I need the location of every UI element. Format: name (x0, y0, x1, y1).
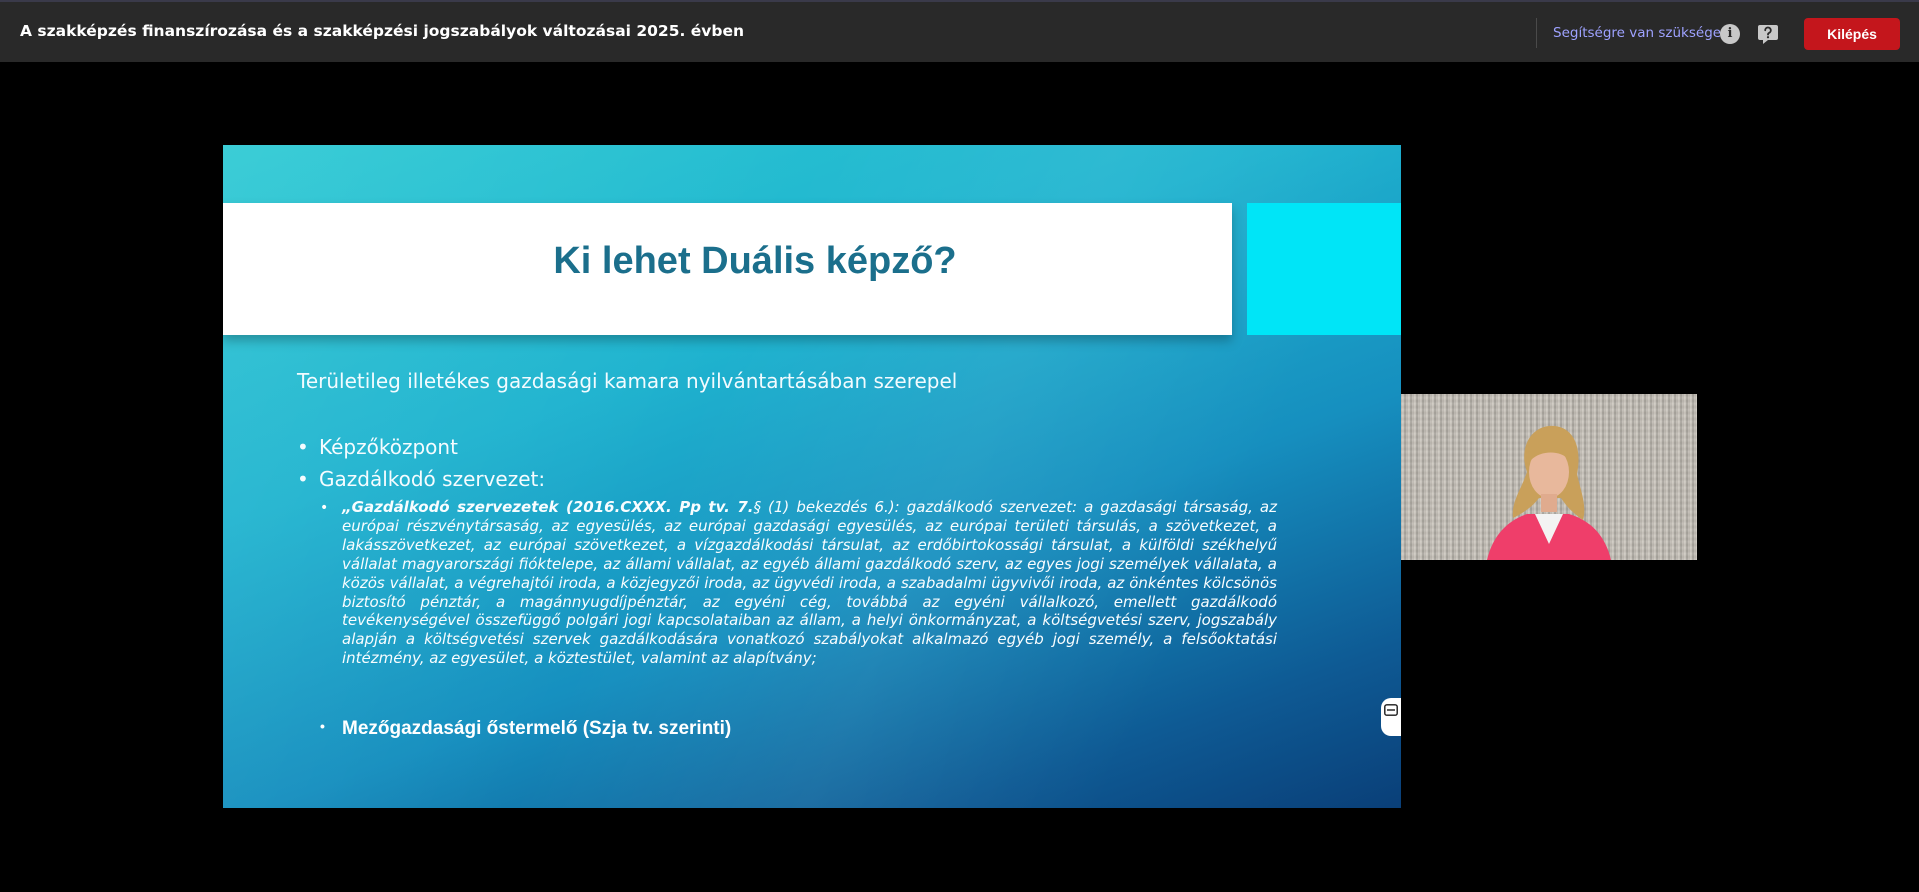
meeting-title: A szakképzés finanszírozása és a szakkép… (20, 22, 745, 40)
legal-definition-bullet: • „Gazdálkodó szervezetek (2016.CXXX. Pp… (320, 498, 1302, 668)
slide-title-accent (1247, 203, 1401, 335)
presenter-video-tile[interactable] (1401, 394, 1697, 560)
slide-subtitle: Területileg illetékes gazdasági kamara n… (297, 369, 958, 393)
bullet-dot: • (297, 435, 309, 459)
bullet-dot: • (297, 467, 309, 491)
bullet-item: • Gazdálkodó szervezet: (297, 467, 545, 491)
bullet-item: • Képzőközpont (297, 435, 458, 459)
farm-bullet-label: Mezőgazdasági őstermelő (Szja tv. szerin… (342, 718, 732, 739)
legal-definition-heading: „Gazdálkodó szervezetek (2016.CXXX. Pp t… (342, 498, 754, 516)
captions-icon[interactable] (1384, 704, 1398, 716)
meeting-toolbar: A szakképzés finanszírozása és a szakkép… (0, 0, 1919, 62)
farm-bullet: • Mezőgazdasági őstermelő (Szja tv. szeri… (320, 718, 732, 740)
legal-definition-text: „Gazdálkodó szervezetek (2016.CXXX. Pp t… (342, 498, 1277, 668)
info-icon[interactable]: i (1720, 24, 1740, 44)
slide-title: Ki lehet Duális képző? (553, 240, 957, 282)
presenter-video-icon (1487, 425, 1611, 560)
presentation-slide: Ki lehet Duális képző? Területileg illet… (223, 145, 1401, 808)
question-bubble-icon[interactable] (1756, 22, 1780, 46)
bullet-label: Gazdálkodó szervezet: (319, 467, 546, 491)
exit-button[interactable]: Kilépés (1804, 18, 1900, 50)
bullet-dot: • (320, 718, 325, 734)
bullet-label: Képzőközpont (319, 435, 458, 459)
slide-title-band: Ki lehet Duális képző? (223, 203, 1232, 335)
bullet-dot: • (320, 500, 329, 516)
help-link[interactable]: Segítségre van szüksége? (1553, 25, 1728, 41)
toolbar-divider (1536, 18, 1537, 48)
legal-definition-body: § (1) bekezdés 6.): gazdálkodó szervezet… (342, 498, 1277, 668)
